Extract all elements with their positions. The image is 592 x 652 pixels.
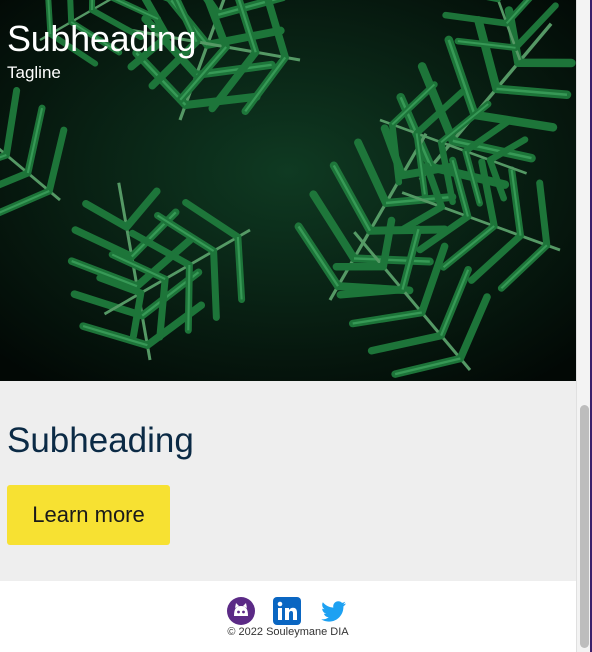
learn-more-button[interactable]: Learn more	[7, 485, 170, 545]
hero-title: Subheading	[7, 18, 197, 59]
scrollbar-thumb[interactable]	[580, 405, 589, 648]
twitter-icon	[321, 601, 346, 622]
linkedin-icon	[273, 597, 301, 625]
footer: © 2022 Souleymane DIA	[0, 581, 576, 652]
github-link[interactable]	[226, 596, 256, 626]
copyright-text: © 2022 Souleymane DIA	[227, 626, 349, 638]
linkedin-link[interactable]	[272, 596, 302, 626]
vertical-scrollbar[interactable]	[576, 0, 592, 652]
twitter-link[interactable]	[318, 596, 348, 626]
page: Subheading Tagline Subheading Learn more	[0, 0, 576, 652]
hero-tagline: Tagline	[7, 63, 61, 82]
github-icon	[227, 597, 255, 625]
cta-subheading: Subheading	[7, 421, 194, 460]
social-links	[226, 596, 348, 626]
cta-section: Subheading Learn more	[0, 381, 576, 581]
hero-section: Subheading Tagline	[0, 0, 576, 381]
